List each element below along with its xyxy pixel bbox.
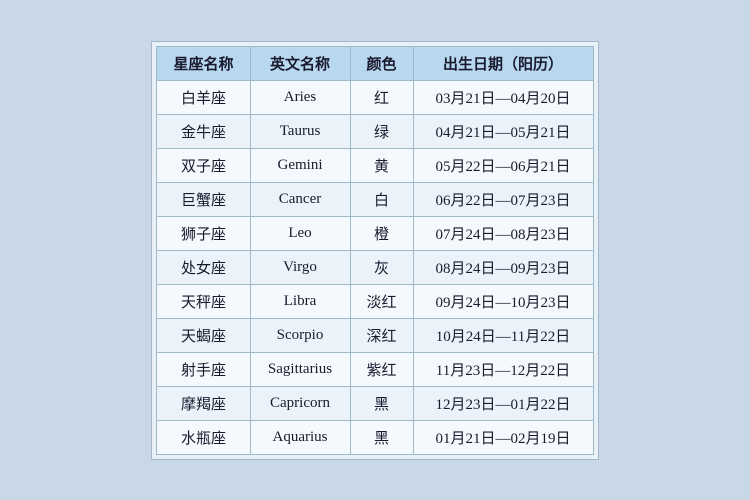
cell-chinese: 天秤座 (157, 284, 250, 318)
cell-chinese: 金牛座 (157, 114, 250, 148)
cell-date: 08月24日—09月23日 (413, 250, 593, 284)
zodiac-table: 星座名称 英文名称 颜色 出生日期（阳历） 白羊座Aries红03月21日—04… (156, 46, 593, 455)
cell-color: 深红 (350, 318, 413, 352)
table-row: 射手座Sagittarius紫红11月23日—12月22日 (157, 352, 593, 386)
cell-date: 04月21日—05月21日 (413, 114, 593, 148)
cell-english: Taurus (250, 114, 350, 148)
cell-date: 06月22日—07月23日 (413, 182, 593, 216)
cell-english: Cancer (250, 182, 350, 216)
table-row: 水瓶座Aquarius黑01月21日—02月19日 (157, 420, 593, 454)
cell-color: 绿 (350, 114, 413, 148)
cell-color: 白 (350, 182, 413, 216)
cell-date: 07月24日—08月23日 (413, 216, 593, 250)
cell-chinese: 双子座 (157, 148, 250, 182)
table-row: 白羊座Aries红03月21日—04月20日 (157, 80, 593, 114)
header-row: 星座名称 英文名称 颜色 出生日期（阳历） (157, 46, 593, 80)
cell-color: 淡红 (350, 284, 413, 318)
cell-english: Aquarius (250, 420, 350, 454)
header-english: 英文名称 (250, 46, 350, 80)
cell-color: 黑 (350, 386, 413, 420)
header-chinese: 星座名称 (157, 46, 250, 80)
cell-chinese: 摩羯座 (157, 386, 250, 420)
cell-chinese: 巨蟹座 (157, 182, 250, 216)
cell-english: Libra (250, 284, 350, 318)
cell-date: 05月22日—06月21日 (413, 148, 593, 182)
table-row: 金牛座Taurus绿04月21日—05月21日 (157, 114, 593, 148)
cell-chinese: 水瓶座 (157, 420, 250, 454)
cell-english: Capricorn (250, 386, 350, 420)
cell-english: Sagittarius (250, 352, 350, 386)
table-row: 处女座Virgo灰08月24日—09月23日 (157, 250, 593, 284)
cell-date: 09月24日—10月23日 (413, 284, 593, 318)
table-row: 天秤座Libra淡红09月24日—10月23日 (157, 284, 593, 318)
cell-color: 红 (350, 80, 413, 114)
cell-date: 11月23日—12月22日 (413, 352, 593, 386)
cell-chinese: 天蝎座 (157, 318, 250, 352)
cell-date: 12月23日—01月22日 (413, 386, 593, 420)
table-row: 狮子座Leo橙07月24日—08月23日 (157, 216, 593, 250)
table-header: 星座名称 英文名称 颜色 出生日期（阳历） (157, 46, 593, 80)
cell-english: Gemini (250, 148, 350, 182)
header-color: 颜色 (350, 46, 413, 80)
cell-color: 黑 (350, 420, 413, 454)
table-body: 白羊座Aries红03月21日—04月20日金牛座Taurus绿04月21日—0… (157, 80, 593, 454)
cell-date: 01月21日—02月19日 (413, 420, 593, 454)
cell-date: 03月21日—04月20日 (413, 80, 593, 114)
cell-color: 橙 (350, 216, 413, 250)
cell-english: Scorpio (250, 318, 350, 352)
cell-date: 10月24日—11月22日 (413, 318, 593, 352)
cell-chinese: 射手座 (157, 352, 250, 386)
cell-english: Leo (250, 216, 350, 250)
table-row: 天蝎座Scorpio深红10月24日—11月22日 (157, 318, 593, 352)
cell-color: 灰 (350, 250, 413, 284)
cell-chinese: 白羊座 (157, 80, 250, 114)
zodiac-table-container: 星座名称 英文名称 颜色 出生日期（阳历） 白羊座Aries红03月21日—04… (151, 41, 598, 460)
header-date: 出生日期（阳历） (413, 46, 593, 80)
table-row: 巨蟹座Cancer白06月22日—07月23日 (157, 182, 593, 216)
cell-chinese: 狮子座 (157, 216, 250, 250)
cell-chinese: 处女座 (157, 250, 250, 284)
table-row: 摩羯座Capricorn黑12月23日—01月22日 (157, 386, 593, 420)
cell-color: 紫红 (350, 352, 413, 386)
table-row: 双子座Gemini黄05月22日—06月21日 (157, 148, 593, 182)
cell-color: 黄 (350, 148, 413, 182)
cell-english: Aries (250, 80, 350, 114)
cell-english: Virgo (250, 250, 350, 284)
